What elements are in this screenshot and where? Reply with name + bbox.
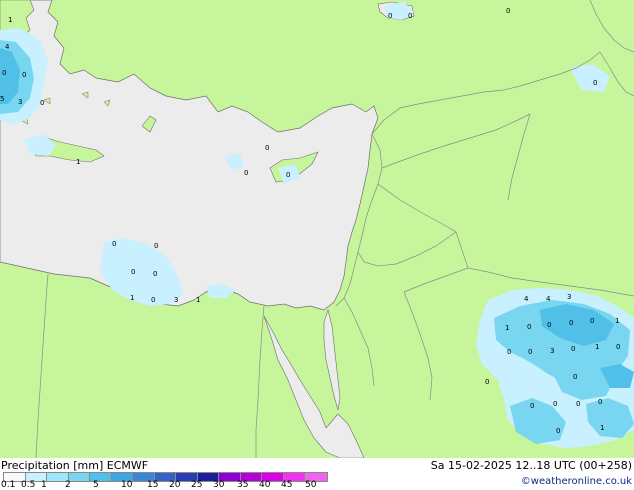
legend-label: 20 [169, 480, 181, 490]
map-label: 0 [547, 321, 551, 329]
map-label: 0 [527, 323, 531, 331]
map-label: 0 [265, 144, 269, 152]
map-label: 4 [524, 295, 529, 303]
map-label: 5 [0, 95, 4, 103]
map-label: 1 [130, 294, 134, 302]
legend-label: 30 [213, 480, 225, 490]
map-label: 4 [5, 43, 10, 51]
legend-label: 25 [191, 480, 203, 490]
map-label: 0 [528, 348, 532, 356]
map-label: 0 [22, 71, 26, 79]
precipitation-map: 1 4 0 0 5 3 0 1 0 0 0 0 0 0 0 1 0 0 0 0 … [0, 0, 634, 458]
map-label: 0 [598, 398, 602, 406]
map-label: 3 [567, 293, 571, 301]
map-label: 0 [153, 270, 157, 278]
map-label: 0 [571, 345, 575, 353]
map-label: 0 [590, 317, 594, 325]
map-label: 1 [196, 296, 200, 304]
legend-label: 0.1 [1, 480, 16, 490]
map-label: 1 [595, 343, 599, 351]
map-label: 3 [174, 296, 178, 304]
legend-label: 40 [259, 480, 271, 490]
credit-link[interactable]: ©weatheronline.co.uk [521, 476, 632, 488]
map-label: 0 [408, 12, 412, 20]
legend-label: 50 [305, 480, 317, 490]
map-label: 0 [616, 343, 620, 351]
map-label: 1 [76, 158, 80, 166]
map-label: 0 [151, 296, 155, 304]
map-label: 1 [600, 424, 604, 432]
map-label: 0 [388, 12, 392, 20]
legend-title-text: Precipitation [mm] [1, 459, 104, 472]
map-label: 0 [485, 378, 489, 386]
map-label: 0 [2, 69, 6, 77]
legend-label: 35 [237, 480, 249, 490]
map-label: 0 [154, 242, 158, 250]
map-label: 0 [573, 373, 577, 381]
map-label: 0 [131, 268, 135, 276]
map-label: 1 [615, 317, 619, 325]
legend-label: 0.5 [21, 480, 36, 490]
legend-label: 45 [281, 480, 293, 490]
map-label: 0 [593, 79, 597, 87]
map-label: 0 [112, 240, 116, 248]
legend-swatch [67, 472, 91, 482]
map-label: 0 [244, 169, 248, 177]
map-label: 3 [550, 347, 554, 355]
legend-label: 2 [65, 480, 71, 490]
map-label: 0 [507, 348, 511, 356]
map-label: 1 [8, 16, 12, 24]
map-label: 4 [546, 295, 551, 303]
model-name: ECMWF [106, 459, 149, 472]
legend-label: 10 [121, 480, 133, 490]
map-label: 3 [18, 98, 22, 106]
legend-footer: Precipitation [mm] ECMWF Sa 15-02-2025 1… [0, 458, 634, 490]
legend-title: Precipitation [mm] ECMWF [1, 460, 148, 472]
timestamp: Sa 15-02-2025 12..18 UTC (00+258) [430, 459, 632, 472]
map-label: 0 [530, 402, 534, 410]
map-label: 0 [576, 400, 580, 408]
map-label: 0 [553, 400, 557, 408]
legend-label: 15 [147, 480, 159, 490]
legend-label: 1 [41, 480, 47, 490]
map-label: 0 [40, 99, 44, 107]
legend-label: 5 [93, 480, 99, 490]
map-label: 0 [286, 171, 290, 179]
map-label: 1 [505, 324, 509, 332]
map-label: 0 [556, 427, 560, 435]
map-label: 0 [569, 319, 573, 327]
map-label: 0 [506, 7, 510, 15]
